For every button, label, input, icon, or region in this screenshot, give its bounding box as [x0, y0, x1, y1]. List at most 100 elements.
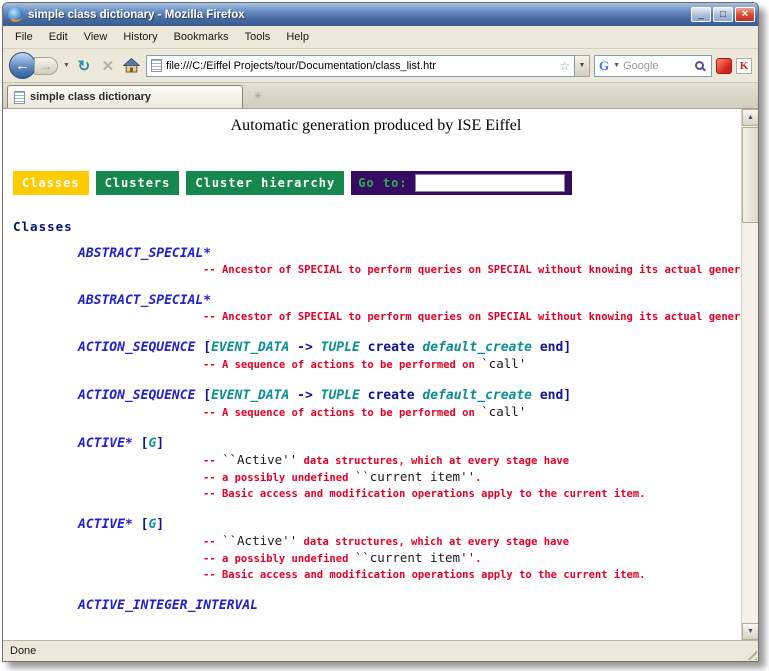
signature-token: end: [540, 388, 563, 403]
class-entry: ACTIVE* [G]-- ``Active'' data structures…: [11, 435, 741, 502]
content-area: Automatic generation produced by ISE Eif…: [3, 109, 758, 640]
comment-token: -- Basic access and modification operati…: [203, 569, 646, 581]
back-button[interactable]: ←: [9, 52, 36, 79]
comment-token: -- Ancestor of SPECIAL to perform querie…: [203, 264, 741, 276]
class-entry: ACTIVE* [G]-- ``Active'' data structures…: [11, 516, 741, 583]
class-link[interactable]: ABSTRACT_SPECIAL*: [78, 293, 211, 308]
maximize-button[interactable]: □: [713, 7, 733, 22]
class-comment: -- ``Active'' data structures, which at …: [203, 452, 741, 469]
comment-token: data structures, which at every stage ha…: [297, 455, 569, 467]
class-comment: -- Ancestor of SPECIAL to perform querie…: [203, 309, 741, 325]
class-link[interactable]: ACTIVE*: [78, 517, 141, 532]
class-entry: ACTIVE_INTEGER_INTERVAL: [11, 597, 741, 614]
comment-token: -- a possibly undefined: [203, 553, 355, 565]
signature-token: ]: [156, 517, 164, 532]
menu-bookmarks[interactable]: Bookmarks: [166, 28, 237, 46]
class-signature: ACTIVE* [G]: [78, 435, 741, 452]
menu-file[interactable]: File: [7, 28, 41, 46]
comment-token: ``current item'': [355, 550, 475, 565]
link-cluster-hierarchy[interactable]: Cluster hierarchy: [186, 171, 344, 195]
class-link[interactable]: ACTIVE*: [78, 436, 141, 451]
home-button[interactable]: [122, 56, 142, 76]
class-comment: -- a possibly undefined ``current item''…: [203, 469, 741, 486]
signature-token: end: [540, 340, 563, 355]
resize-grip[interactable]: [743, 646, 757, 660]
class-comment: -- ``Active'' data structures, which at …: [203, 533, 741, 550]
home-icon: [123, 58, 140, 73]
signature-token: ]: [156, 436, 164, 451]
section-title: Classes: [13, 219, 741, 234]
signature-token: create: [368, 340, 415, 355]
address-bar[interactable]: file:///C:/Eiffel Projects/tour/Document…: [146, 55, 575, 77]
menu-tools[interactable]: Tools: [237, 28, 279, 46]
class-signature: ACTIVE* [G]: [78, 516, 741, 533]
page-body: Automatic generation produced by ISE Eif…: [3, 109, 741, 640]
class-entry: ACTION_SEQUENCE [EVENT_DATA -> TUPLE cre…: [11, 339, 741, 373]
signature-token: [: [203, 340, 211, 355]
class-link[interactable]: ABSTRACT_SPECIAL*: [78, 246, 211, 261]
history-dropdown-icon[interactable]: ▼: [63, 62, 70, 69]
forward-button[interactable]: →: [34, 57, 58, 75]
comment-token: data structures, which at every stage ha…: [297, 536, 569, 548]
link-classes[interactable]: Classes: [13, 171, 89, 195]
comment-token: -- a possibly undefined: [203, 472, 355, 484]
close-button[interactable]: ×: [735, 7, 755, 22]
search-input[interactable]: Google: [623, 60, 692, 72]
title-bar: simple class dictionary - Mozilla Firefo…: [3, 3, 758, 26]
class-entry: ABSTRACT_SPECIAL*-- Ancestor of SPECIAL …: [11, 292, 741, 325]
signature-token: create: [368, 388, 415, 403]
tab-simple-class-dictionary[interactable]: simple class dictionary: [7, 85, 243, 108]
tab-bar: simple class dictionary ✳: [3, 83, 758, 109]
link-clusters[interactable]: Clusters: [96, 171, 180, 195]
goto-box: Go to:: [351, 171, 571, 195]
signature-token: ->: [289, 388, 320, 403]
class-link[interactable]: ACTION_SEQUENCE: [78, 340, 203, 355]
reload-button[interactable]: ↻: [74, 56, 94, 76]
menu-help[interactable]: Help: [278, 28, 317, 46]
class-entry: ACTION_SEQUENCE [EVENT_DATA -> TUPLE cre…: [11, 387, 741, 421]
tab-favicon: [14, 91, 25, 104]
signature-token: EVENT_DATA: [211, 388, 289, 403]
scroll-up-icon[interactable]: ▲: [742, 109, 758, 126]
menu-history[interactable]: History: [115, 28, 165, 46]
window-title: simple class dictionary - Mozilla Firefo…: [28, 9, 691, 21]
class-link[interactable]: ACTION_SEQUENCE: [78, 388, 203, 403]
signature-token: default_create: [422, 340, 532, 355]
scrollbar-thumb[interactable]: [742, 127, 758, 223]
class-entries: ABSTRACT_SPECIAL*-- Ancestor of SPECIAL …: [11, 245, 741, 614]
search-magnifier-icon[interactable]: [695, 61, 704, 70]
signature-token: TUPLE: [321, 388, 360, 403]
signature-token: ]: [563, 388, 571, 403]
class-comment: -- A sequence of actions to be performed…: [203, 404, 741, 421]
class-signature: ACTION_SEQUENCE [EVENT_DATA -> TUPLE cre…: [78, 339, 741, 356]
signature-token: TUPLE: [321, 340, 360, 355]
scroll-down-icon[interactable]: ▼: [742, 623, 758, 640]
page-nav-row: Classes ClustersCluster hierarchy Go to:: [13, 171, 741, 195]
search-bar[interactable]: G ▼ Google: [594, 55, 712, 77]
class-signature: ABSTRACT_SPECIAL*: [78, 292, 741, 309]
menu-edit[interactable]: Edit: [41, 28, 76, 46]
signature-token: [360, 388, 368, 403]
extension-icon-k[interactable]: K: [736, 58, 752, 74]
page-header: Automatic generation produced by ISE Eif…: [11, 117, 741, 135]
class-link[interactable]: ACTIVE_INTEGER_INTERVAL: [78, 598, 258, 613]
search-engine-dropdown-icon[interactable]: ▼: [613, 62, 620, 69]
vertical-scrollbar[interactable]: ▲ ▼: [741, 109, 758, 640]
comment-token: `call': [481, 404, 526, 419]
address-dropdown-button[interactable]: ▼: [575, 55, 590, 77]
stop-button[interactable]: ✕: [98, 56, 118, 76]
signature-token: ]: [563, 340, 571, 355]
extension-icon-red[interactable]: [716, 58, 732, 74]
class-comment: -- Basic access and modification operati…: [203, 567, 741, 583]
status-bar: Done: [3, 640, 758, 661]
class-comment: -- a possibly undefined ``current item''…: [203, 550, 741, 567]
tab-bar-extra-icon[interactable]: ✳: [249, 87, 267, 105]
page-favicon: [151, 59, 162, 72]
url-text[interactable]: file:///C:/Eiffel Projects/tour/Document…: [166, 60, 555, 72]
goto-input[interactable]: [415, 174, 565, 192]
class-comment: -- A sequence of actions to be performed…: [203, 356, 741, 373]
minimize-button[interactable]: _: [691, 7, 711, 22]
bookmark-star-icon[interactable]: ☆: [559, 59, 570, 73]
comment-token: -- A sequence of actions to be performed…: [203, 407, 481, 419]
menu-view[interactable]: View: [76, 28, 116, 46]
